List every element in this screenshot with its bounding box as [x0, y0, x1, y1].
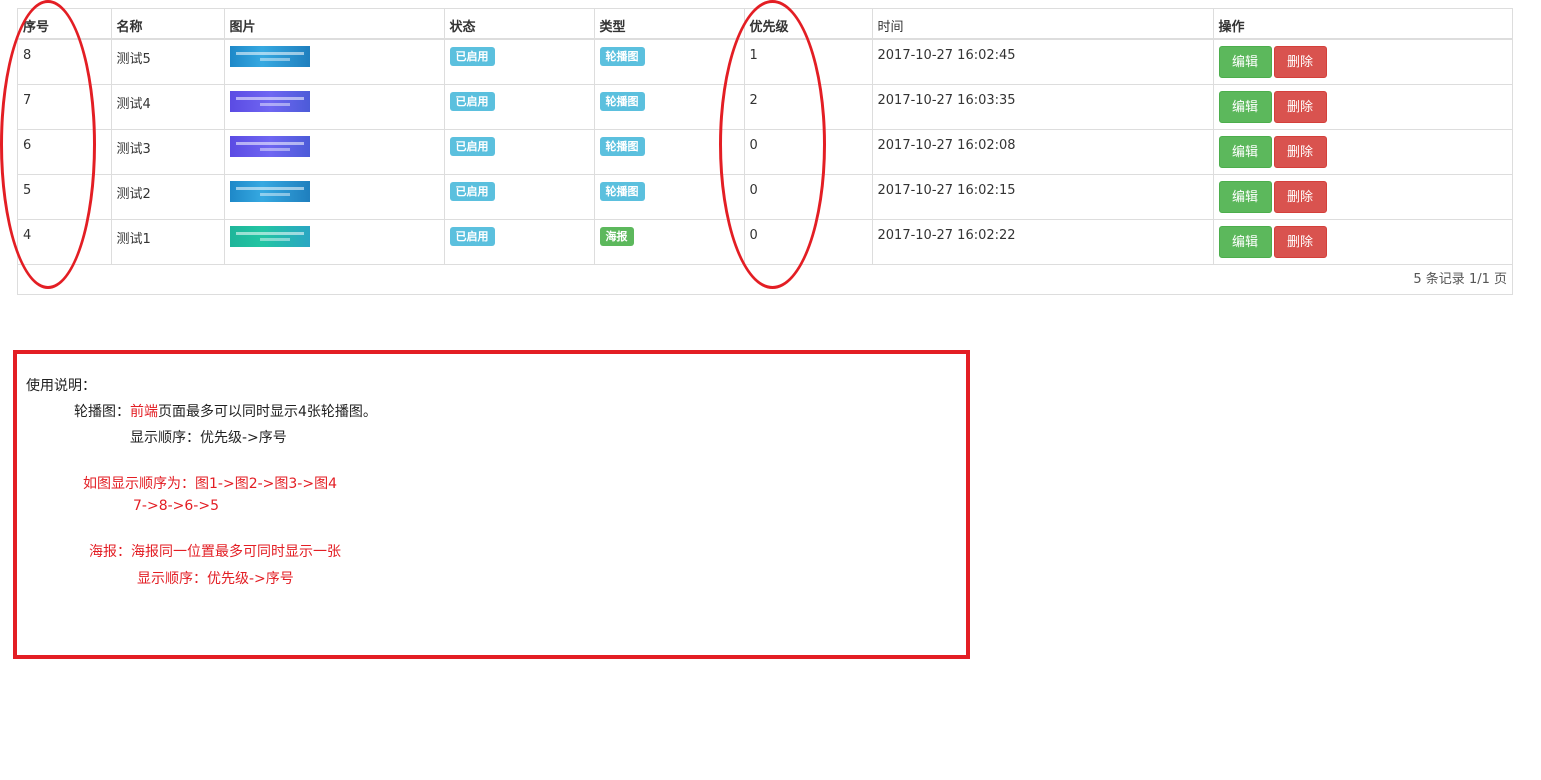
cell-priority: 1 [744, 39, 873, 85]
status-badge: 已启用 [449, 181, 495, 201]
cell-actions: 编辑 删除 [1213, 174, 1512, 220]
usage-notes-box: 使用说明： 轮播图：前端页面最多可以同时显示4张轮播图。 显示顺序：优先级->序… [13, 350, 970, 659]
type-badge: 轮播图 [599, 136, 645, 156]
cell-actions: 编辑 删除 [1213, 219, 1512, 265]
cell-image [224, 174, 445, 220]
cell-priority: 0 [744, 129, 873, 175]
notes-poster-line: 海报：海报同一位置最多可同时显示一张 [89, 544, 341, 560]
cell-time: 2017-10-27 16:02:22 [872, 219, 1214, 265]
banner-thumbnail[interactable] [229, 225, 310, 247]
type-badge: 轮播图 [599, 181, 645, 201]
col-header-priority: 优先级 [744, 9, 873, 40]
delete-button[interactable]: 删除 [1273, 90, 1327, 123]
edit-button[interactable]: 编辑 [1218, 180, 1272, 213]
status-badge: 已启用 [449, 47, 495, 66]
notes-example-line1: 如图显示顺序为：图1->图2->图3->图4 [83, 476, 337, 492]
status-badge: 已启用 [449, 136, 495, 156]
col-header-actions: 操作 [1213, 9, 1512, 40]
cell-name: 测试4 [111, 84, 225, 130]
col-header-status: 状态 [444, 9, 595, 40]
cell-type: 轮播图 [594, 84, 745, 130]
table-row: 8 测试5 已启用 轮播图 1 2017-10-27 16:02:45 编辑 删除 [18, 39, 1512, 85]
cell-type: 海报 [594, 219, 745, 265]
notes-carousel-highlight: 前端 [130, 404, 158, 420]
table-header-row: 序号 名称 图片 状态 类型 优先级 时间 操作 [18, 9, 1512, 40]
cell-priority: 0 [744, 219, 873, 265]
delete-button[interactable]: 删除 [1273, 225, 1327, 258]
col-header-type: 类型 [594, 9, 745, 40]
cell-time: 2017-10-27 16:02:15 [872, 174, 1214, 220]
cell-id: 6 [18, 129, 112, 175]
cell-time: 2017-10-27 16:02:08 [872, 129, 1214, 175]
cell-priority: 2 [744, 84, 873, 130]
type-badge: 轮播图 [599, 47, 645, 66]
edit-button[interactable]: 编辑 [1218, 90, 1272, 123]
notes-carousel-line: 轮播图：前端页面最多可以同时显示4张轮播图。 [74, 401, 377, 421]
cell-id: 8 [18, 39, 112, 85]
banner-thumbnail[interactable] [229, 135, 310, 157]
cell-name: 测试2 [111, 174, 225, 220]
table-row: 5 测试2 已启用 轮播图 0 2017-10-27 16:02:15 编辑 删除 [18, 174, 1512, 220]
col-header-name: 名称 [111, 9, 225, 40]
cell-time: 2017-10-27 16:02:45 [872, 39, 1214, 85]
cell-id: 4 [18, 219, 112, 265]
cell-actions: 编辑 删除 [1213, 129, 1512, 175]
cell-image [224, 39, 445, 85]
banner-thumbnail[interactable] [229, 90, 310, 112]
cell-image [224, 129, 445, 175]
col-header-time: 时间 [872, 9, 1214, 40]
delete-button[interactable]: 删除 [1273, 46, 1327, 78]
pagination-summary: 5 条记录 1/1 页 [18, 265, 1512, 295]
cell-time: 2017-10-27 16:03:35 [872, 84, 1214, 130]
status-badge: 已启用 [449, 226, 495, 246]
col-header-image: 图片 [224, 9, 445, 40]
cell-image [224, 219, 445, 265]
cell-status: 已启用 [444, 219, 595, 265]
cell-type: 轮播图 [594, 129, 745, 175]
table-row: 4 测试1 已启用 海报 0 2017-10-27 16:02:22 编辑 删除 [18, 219, 1512, 265]
edit-button[interactable]: 编辑 [1218, 46, 1272, 78]
edit-button[interactable]: 编辑 [1218, 225, 1272, 258]
cell-id: 5 [18, 174, 112, 220]
delete-button[interactable]: 删除 [1273, 180, 1327, 213]
notes-poster-order: 显示顺序：优先级->序号 [137, 571, 294, 587]
cell-status: 已启用 [444, 84, 595, 130]
banner-thumbnail[interactable] [229, 46, 310, 67]
table-row: 6 测试3 已启用 轮播图 0 2017-10-27 16:02:08 编辑 删除 [18, 129, 1512, 175]
cell-image [224, 84, 445, 130]
type-badge: 海报 [599, 226, 634, 246]
banner-thumbnail[interactable] [229, 180, 310, 202]
cell-actions: 编辑 删除 [1213, 84, 1512, 130]
cell-status: 已启用 [444, 174, 595, 220]
cell-type: 轮播图 [594, 174, 745, 220]
records-table-container: 序号 名称 图片 状态 类型 优先级 时间 操作 8 测试5 已启用 轮播图 1 2017… [17, 8, 1513, 295]
notes-title: 使用说明： [26, 378, 96, 394]
col-header-id: 序号 [18, 9, 112, 40]
cell-priority: 0 [744, 174, 873, 220]
cell-type: 轮播图 [594, 39, 745, 85]
table-row: 7 测试4 已启用 轮播图 2 2017-10-27 16:03:35 编辑 删除 [18, 84, 1512, 130]
notes-carousel-order: 显示顺序：优先级->序号 [130, 430, 287, 446]
edit-button[interactable]: 编辑 [1218, 135, 1272, 168]
cell-name: 测试1 [111, 219, 225, 265]
cell-name: 测试3 [111, 129, 225, 175]
cell-name: 测试5 [111, 39, 225, 85]
status-badge: 已启用 [449, 91, 495, 111]
notes-carousel-prefix: 轮播图： [74, 404, 130, 420]
cell-actions: 编辑 删除 [1213, 39, 1512, 85]
records-table: 序号 名称 图片 状态 类型 优先级 时间 操作 8 测试5 已启用 轮播图 1 2017… [18, 9, 1512, 265]
type-badge: 轮播图 [599, 91, 645, 111]
cell-status: 已启用 [444, 129, 595, 175]
delete-button[interactable]: 删除 [1273, 135, 1327, 168]
cell-id: 7 [18, 84, 112, 130]
notes-carousel-rest: 页面最多可以同时显示4张轮播图。 [158, 404, 377, 420]
notes-example-line2: 7->8->6->5 [133, 498, 219, 514]
cell-status: 已启用 [444, 39, 595, 85]
